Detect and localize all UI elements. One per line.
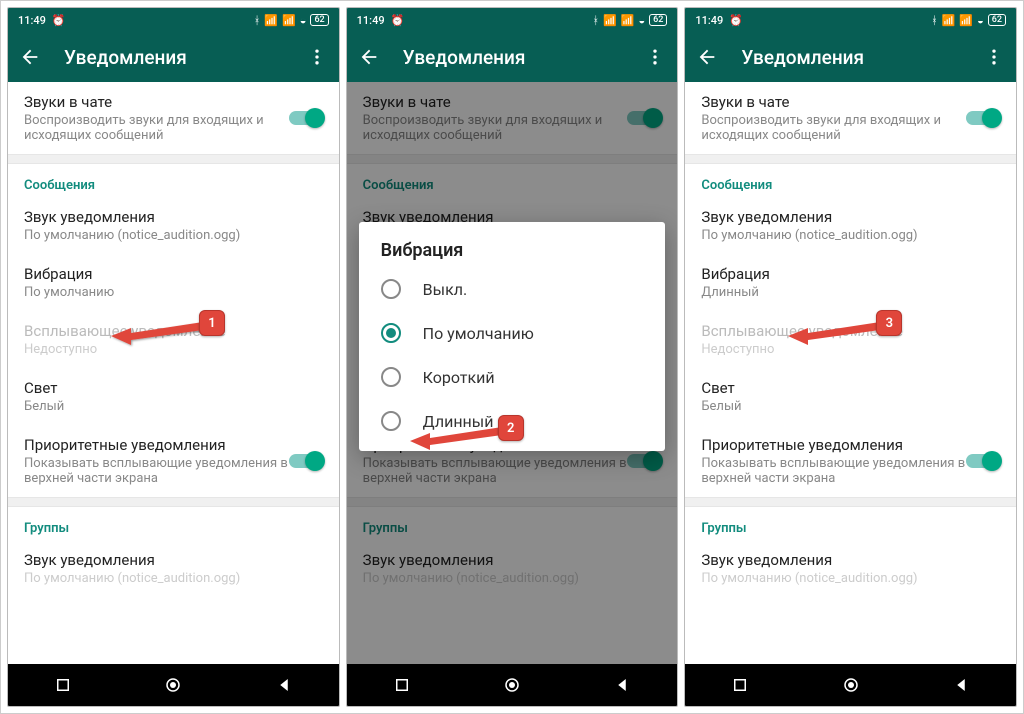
radio-option-long[interactable]: Длинный — [359, 399, 666, 443]
popup-notification-item: Всплывающее уведомление Недоступно — [8, 311, 339, 368]
alarm-icon: ⏰ — [391, 14, 405, 27]
nav-recent-button[interactable] — [54, 676, 72, 694]
divider — [8, 497, 339, 507]
notification-sound-item[interactable]: Звук уведомления По умолчанию (notice_au… — [8, 197, 339, 254]
nav-home-button[interactable] — [842, 676, 860, 694]
battery-icon: 62 — [310, 14, 328, 26]
section-header-groups: Группы — [8, 507, 339, 540]
chat-sounds-item[interactable]: Звуки в чате Воспроизводить звуки для вх… — [8, 82, 339, 154]
app-bar: Уведомления — [8, 32, 339, 82]
bluetooth-icon: ᚼ — [254, 14, 261, 27]
priority-toggle[interactable] — [289, 454, 323, 468]
status-bar: 11:49 ⏰ ᚼ📶📶◒ 62 — [685, 8, 1016, 32]
light-item[interactable]: Свет Белый — [685, 368, 1016, 425]
navigation-bar — [685, 664, 1016, 706]
overflow-menu-button[interactable] — [643, 47, 667, 67]
nav-recent-button[interactable] — [393, 676, 411, 694]
navigation-bar — [8, 664, 339, 706]
settings-content: Звуки в чате Воспроизводить звуки для вх… — [685, 82, 1016, 664]
radio-icon — [381, 279, 401, 299]
priority-notifications-item[interactable]: Приоритетные уведомления Показывать вспл… — [685, 425, 1016, 497]
alarm-icon: ⏰ — [729, 14, 743, 27]
signal-icon: 📶 — [282, 14, 296, 27]
popup-notification-item: Всплывающее уведомление Недоступно — [685, 311, 1016, 368]
nav-back-button[interactable] — [613, 676, 631, 694]
app-bar: Уведомления — [685, 32, 1016, 82]
phone-screen-1: 11:49 ⏰ ᚼ 📶 📶 ◒ 62 Уведомления Звуки в ч… — [7, 7, 340, 707]
vibration-dialog: Вибрация Выкл. По умолчанию Короткий Дли… — [359, 222, 666, 451]
radio-option-short[interactable]: Короткий — [359, 355, 666, 399]
section-header-messages: Сообщения — [8, 164, 339, 197]
radio-icon — [381, 367, 401, 387]
chat-sounds-item[interactable]: Звуки в чате Воспроизводить звуки для вх… — [685, 82, 1016, 154]
back-button[interactable] — [695, 45, 719, 69]
app-bar: Уведомления — [347, 32, 678, 82]
settings-content: Звуки в чате Воспроизводить звуки для вх… — [347, 82, 678, 664]
nav-recent-button[interactable] — [731, 676, 749, 694]
radio-icon — [381, 323, 401, 343]
settings-content: Звуки в чате Воспроизводить звуки для вх… — [8, 82, 339, 664]
back-button[interactable] — [18, 45, 42, 69]
radio-option-off[interactable]: Выкл. — [359, 267, 666, 311]
dialog-title: Вибрация — [359, 240, 666, 267]
radio-icon — [381, 411, 401, 431]
nav-back-button[interactable] — [952, 676, 970, 694]
nav-home-button[interactable] — [503, 676, 521, 694]
vibration-item[interactable]: Вибрация По умолчанию — [8, 254, 339, 311]
nav-back-button[interactable] — [275, 676, 293, 694]
overflow-menu-button[interactable] — [305, 47, 329, 67]
vibration-item[interactable]: Вибрация Длинный — [685, 254, 1016, 311]
item-title: Звуки в чате — [24, 93, 323, 111]
status-bar: 11:49 ⏰ ᚼ 📶 📶 ◒ 62 — [8, 8, 339, 32]
priority-notifications-item[interactable]: Приоритетные уведомления Показывать вспл… — [8, 425, 339, 497]
notification-sound-item[interactable]: Звук уведомления По умолчанию (notice_au… — [685, 197, 1016, 254]
priority-toggle[interactable] — [966, 454, 1000, 468]
item-subtitle: Воспроизводить звуки для входящих и исхо… — [24, 113, 323, 143]
alarm-icon: ⏰ — [52, 14, 66, 27]
signal-icon: 📶 — [264, 14, 278, 27]
radio-option-default[interactable]: По умолчанию — [359, 311, 666, 355]
phone-screen-2: 11:49 ⏰ ᚼ📶📶◒ 62 Уведомления Звуки в чате… — [346, 7, 679, 707]
nav-home-button[interactable] — [164, 676, 182, 694]
wifi-icon: ◒ — [300, 14, 307, 27]
overflow-menu-button[interactable] — [982, 47, 1006, 67]
status-time: 11:49 — [18, 14, 46, 27]
chat-sounds-toggle[interactable] — [966, 111, 1000, 125]
navigation-bar — [347, 664, 678, 706]
back-button[interactable] — [357, 45, 381, 69]
group-sound-item[interactable]: Звук уведомления По умолчанию (notice_au… — [8, 540, 339, 586]
light-item[interactable]: Свет Белый — [8, 368, 339, 425]
status-bar: 11:49 ⏰ ᚼ📶📶◒ 62 — [347, 8, 678, 32]
page-title: Уведомления — [64, 46, 305, 69]
divider — [8, 154, 339, 164]
chat-sounds-toggle[interactable] — [289, 111, 323, 125]
phone-screen-3: 11:49 ⏰ ᚼ📶📶◒ 62 Уведомления Звуки в чате… — [684, 7, 1017, 707]
group-sound-item[interactable]: Звук уведомления По умолчанию (notice_au… — [685, 540, 1016, 586]
